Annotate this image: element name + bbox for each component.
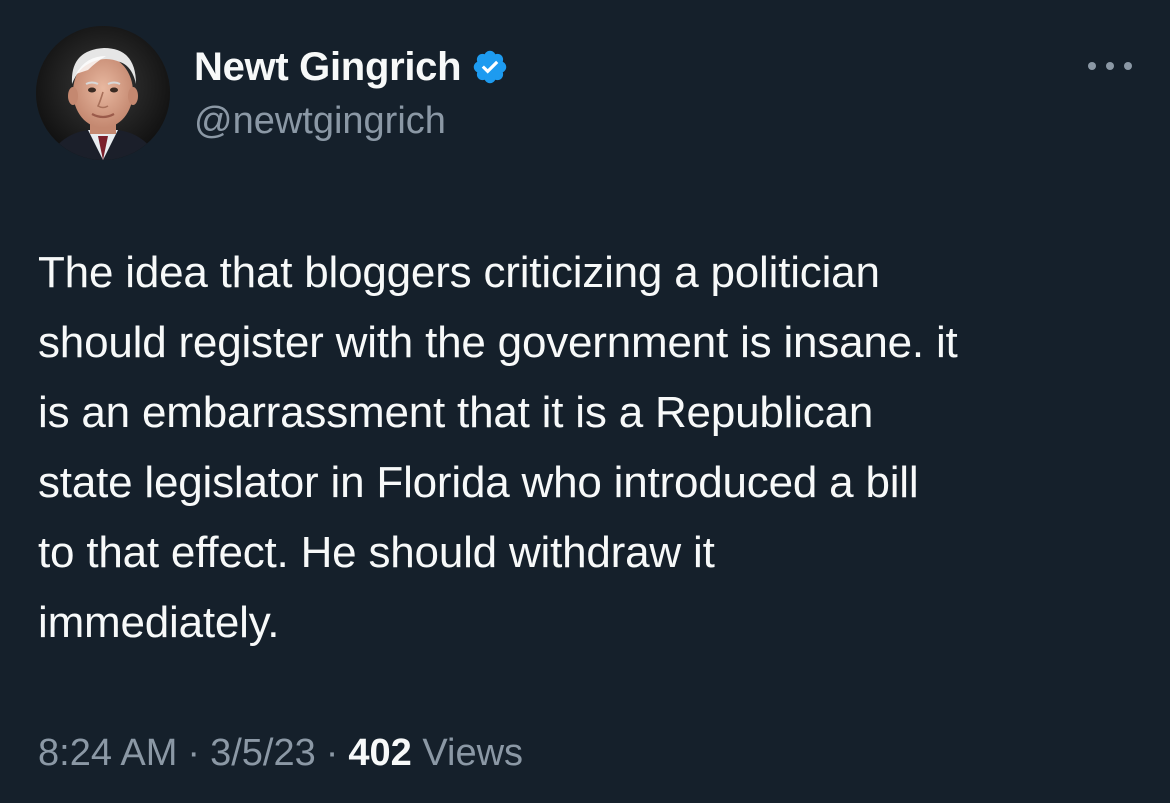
meta-separator: · [325, 732, 339, 774]
author-names: Newt Gingrich @newtgingrich [194, 44, 509, 143]
tweet-time[interactable]: 8:24 AM [38, 732, 177, 774]
display-name-row: Newt Gingrich [194, 44, 509, 90]
ellipsis-horizontal-icon[interactable] [1088, 56, 1132, 76]
avatar-photo [36, 26, 170, 160]
tweet-meta: 8:24 AM · 3/5/23 · 402 Views [38, 732, 523, 775]
views-label[interactable]: Views [422, 732, 523, 774]
author-handle[interactable]: @newtgingrich [194, 100, 509, 143]
tweet-card: Newt Gingrich @newtgingrich The idea tha… [0, 0, 1170, 803]
tweet-header: Newt Gingrich @newtgingrich [36, 26, 1136, 160]
verified-badge-icon[interactable] [471, 48, 509, 86]
meta-separator: · [187, 732, 201, 774]
author-display-name[interactable]: Newt Gingrich [194, 45, 462, 90]
views-count[interactable]: 402 [348, 732, 411, 774]
tweet-date[interactable]: 3/5/23 [210, 732, 316, 774]
avatar[interactable] [36, 26, 170, 160]
tweet-text: The idea that bloggers criticizing a pol… [38, 248, 958, 647]
